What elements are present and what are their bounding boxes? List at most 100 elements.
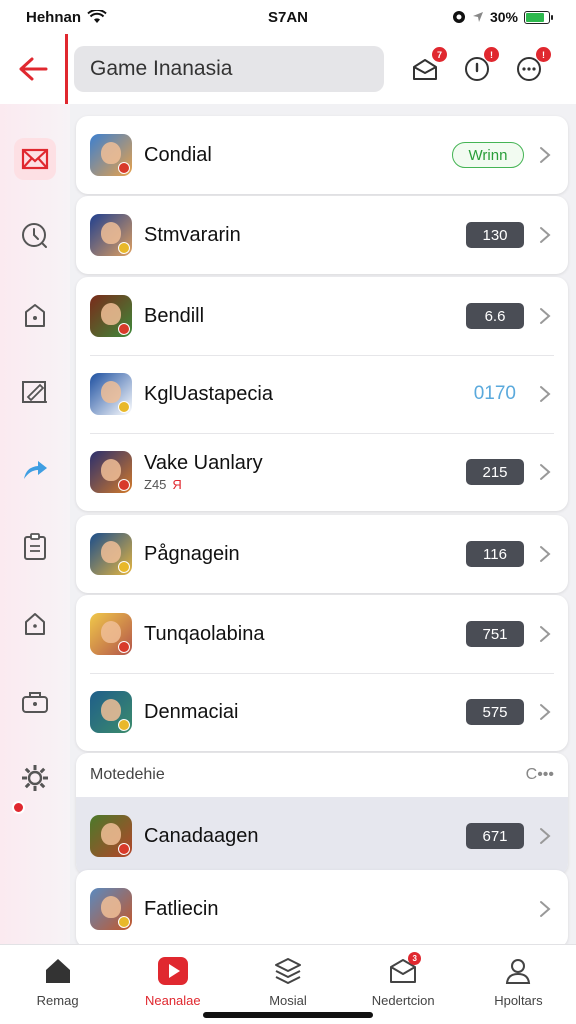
settings-icon xyxy=(22,765,48,791)
list-card: Condial Wrinn xyxy=(76,116,568,194)
app-name: Fatliecin xyxy=(144,897,219,920)
value-badge: 0170 xyxy=(473,383,516,404)
vpn-icon xyxy=(452,11,465,23)
app-name: Condial xyxy=(144,143,212,166)
chat-badge: ! xyxy=(536,47,551,62)
tab-profile[interactable]: Hpoltars xyxy=(461,945,576,1024)
list-item[interactable]: Condial Wrinn xyxy=(76,116,568,194)
status-bar: Hehnan S7AN 30% xyxy=(0,0,576,34)
app-icon xyxy=(90,533,132,575)
play-icon xyxy=(157,957,188,985)
app-icon xyxy=(90,888,132,930)
section-title: Motedehie xyxy=(90,766,165,783)
sidebar-item-store[interactable] xyxy=(14,603,56,645)
tab-home[interactable]: Remag xyxy=(0,945,115,1024)
chevron-right-icon xyxy=(536,625,554,643)
top-bar: Game Inanasia 7 ! ! xyxy=(0,34,576,104)
edit-icon xyxy=(22,381,47,403)
value-badge: 751 xyxy=(466,621,524,647)
briefcase-icon xyxy=(22,692,48,713)
app-subtitle-flag: Я xyxy=(172,477,182,492)
info-badge: ! xyxy=(484,47,499,62)
search-input[interactable]: Game Inanasia xyxy=(74,46,384,92)
value-badge: 575 xyxy=(466,699,524,725)
stack-icon xyxy=(275,958,301,984)
list-card: Tunqaolabina 751 Denmaciai 575 xyxy=(76,595,568,751)
tab-profile-label: Hpoltars xyxy=(494,993,543,1008)
list-item[interactable]: Tunqaolabina 751 xyxy=(76,595,568,673)
app-name-wrap: Vake Uanlary Z45 Я xyxy=(144,452,466,492)
sidebar-item-settings[interactable] xyxy=(14,757,56,799)
home-icon xyxy=(45,959,70,983)
list-item[interactable]: Stmvararin 130 xyxy=(76,196,568,274)
back-button[interactable] xyxy=(0,34,68,104)
carrier-label: Hehnan xyxy=(26,8,82,26)
app-name: Tunqaolabina xyxy=(144,622,265,645)
app-name: Denmaciai xyxy=(144,700,239,723)
app-name: Canadaagen xyxy=(144,824,259,847)
app-name: KglUastapecia xyxy=(144,382,273,405)
section-header: Motedehie C••• xyxy=(76,753,568,797)
list-card: Bendill 6.6 KglUastapecia 0170 Vake Uanlary Z… xyxy=(76,277,568,511)
list-item[interactable]: Bendill 6.6 xyxy=(76,277,568,355)
wifi-icon xyxy=(87,10,107,23)
tab-home-label: Remag xyxy=(36,993,79,1008)
sidebar-item-share[interactable] xyxy=(14,448,56,490)
app-name-wrap: Fatliecin xyxy=(144,898,524,921)
chevron-right-icon xyxy=(536,900,554,918)
battery-icon xyxy=(524,10,553,24)
mail-badge: 7 xyxy=(432,47,447,62)
app-name-wrap: Stmvararin xyxy=(144,224,466,247)
tab-stack-label: Mosial xyxy=(269,993,307,1008)
app-name-wrap: Tunqaolabina xyxy=(144,623,466,646)
app-icon xyxy=(90,691,132,733)
chat-button[interactable]: ! xyxy=(512,47,551,86)
mail-button[interactable]: 7 xyxy=(408,47,447,86)
info-button[interactable]: ! xyxy=(460,47,499,86)
home-indicator xyxy=(203,1012,373,1018)
bag-icon xyxy=(25,304,45,327)
value-badge: 130 xyxy=(466,222,524,248)
tab-messages-label: Nedertcion xyxy=(371,993,435,1008)
clock-icon xyxy=(22,223,47,248)
list-card: Stmvararin 130 xyxy=(76,196,568,274)
value-badge: 6.6 xyxy=(466,303,524,329)
chevron-right-icon xyxy=(536,463,554,481)
list-item[interactable]: Denmaciai 575 xyxy=(76,673,568,751)
value-badge: Wrinn xyxy=(452,142,524,168)
chevron-right-icon xyxy=(536,703,554,721)
app-name-wrap: Denmaciai xyxy=(144,701,466,724)
chevron-right-icon xyxy=(536,385,554,403)
value-badge: 215 xyxy=(466,459,524,485)
app-name: Vake Uanlary xyxy=(144,452,263,474)
list-item[interactable]: Pågnagein 116 xyxy=(76,515,568,593)
app-icon xyxy=(90,451,132,493)
list-card: Fatliecin xyxy=(76,870,568,948)
sidebar-item-history[interactable] xyxy=(14,215,56,257)
app-name-wrap: Pågnagein xyxy=(144,543,466,566)
sidebar-item-mail[interactable] xyxy=(14,138,56,180)
arrow-left-icon xyxy=(19,57,47,81)
list-item[interactable]: Canadaagen 671 xyxy=(76,797,568,875)
app-icon xyxy=(90,613,132,655)
chevron-right-icon xyxy=(536,307,554,325)
list-item[interactable]: Vake Uanlary Z45 Я 215 xyxy=(76,433,568,511)
app-icon xyxy=(90,373,132,415)
chevron-right-icon xyxy=(536,226,554,244)
list-item[interactable]: KglUastapecia 0170 xyxy=(76,355,568,433)
messages-badge: 3 xyxy=(408,952,422,965)
search-value: Game Inanasia xyxy=(90,57,233,80)
app-name: Pågnagein xyxy=(144,542,240,565)
person-icon xyxy=(506,959,531,984)
sidebar-item-edit[interactable] xyxy=(14,371,56,413)
value-badge: 671 xyxy=(466,823,524,849)
section-card: Motedehie C••• Canadaagen 671 xyxy=(76,753,568,875)
sidebar-item-clipboard[interactable] xyxy=(14,526,56,568)
sidebar-item-work[interactable] xyxy=(14,681,56,723)
chevron-right-icon xyxy=(536,827,554,845)
sidebar-item-shop[interactable] xyxy=(14,294,56,336)
mail-icon xyxy=(21,148,49,170)
location-icon xyxy=(472,12,483,22)
list-item[interactable]: Fatliecin xyxy=(76,870,568,948)
section-more-button[interactable]: C••• xyxy=(526,766,554,784)
